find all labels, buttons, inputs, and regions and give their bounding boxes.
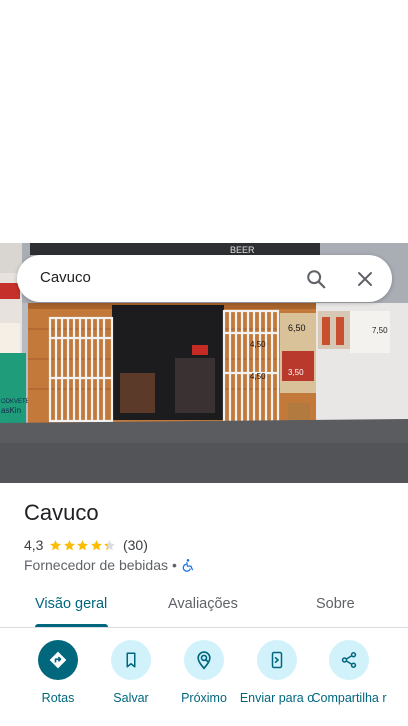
send-to-phone-button[interactable]: Enviar para o	[237, 640, 317, 706]
star-icon	[77, 539, 89, 550]
send-to-phone-circle	[257, 640, 297, 680]
place-title: Cavuco	[24, 500, 99, 525]
nearby-label: Próximo	[181, 691, 227, 705]
share-circle	[329, 640, 369, 680]
directions-icon	[49, 651, 67, 669]
close-icon	[358, 272, 372, 286]
search-icon	[307, 270, 326, 289]
directions-label: Rotas	[41, 691, 75, 705]
category-label: Fornecedor de bebidas	[24, 557, 168, 573]
star-icon	[50, 539, 62, 550]
search-bar[interactable]: Cavuco	[17, 255, 392, 302]
save-circle	[111, 640, 151, 680]
directions-button[interactable]: Rotas	[18, 640, 98, 706]
nearby-circle	[184, 640, 224, 680]
tab-overview[interactable]: Visão geral	[35, 596, 107, 612]
share-icon	[341, 652, 357, 668]
rating-value: 4,3	[24, 537, 44, 553]
action-bar: Rotas Salvar Próximo Enviar para o Compa…	[0, 640, 408, 726]
share-label: Compartilha r	[311, 691, 387, 705]
send-to-phone-icon	[271, 651, 283, 669]
tab-reviews[interactable]: Avaliações	[168, 596, 238, 612]
price-tag-2: 4,50	[250, 340, 266, 349]
star-icon	[104, 539, 116, 550]
star-icon	[91, 539, 102, 550]
category-row: Fornecedor de bebidas •	[24, 556, 195, 574]
search-button[interactable]	[303, 266, 329, 292]
send-to-phone-label: Enviar para o	[239, 691, 315, 705]
rating-row[interactable]: 4,3 (30)	[24, 536, 148, 554]
map-area	[0, 0, 408, 243]
rating-stars	[49, 539, 117, 552]
nearby-button[interactable]: Próximo	[164, 640, 244, 706]
star-icon	[64, 539, 75, 550]
review-count[interactable]: (30)	[123, 537, 148, 553]
clear-search-button[interactable]	[352, 266, 378, 292]
price-tag-4: 3,50	[288, 368, 304, 377]
place-tabs: Visão geral Avaliações Sobre	[0, 582, 408, 628]
save-label: Salvar	[113, 691, 149, 705]
price-tag-1: 6,50	[288, 323, 306, 333]
sign-text: BEER	[230, 245, 255, 255]
nearby-icon	[197, 651, 211, 670]
save-button[interactable]: Salvar	[91, 640, 171, 706]
bookmark-icon	[126, 652, 136, 668]
wheelchair-accessible-icon	[182, 559, 193, 572]
directions-circle	[38, 640, 78, 680]
price-tag-3: 4,50	[250, 372, 266, 381]
tab-about[interactable]: Sobre	[316, 596, 355, 612]
left-sign-text-2: asKin	[1, 406, 21, 415]
share-button[interactable]: Compartilha r	[309, 640, 389, 706]
search-query[interactable]: Cavuco	[40, 269, 91, 286]
category-separator: •	[172, 557, 177, 573]
fridge-label: 7,50	[372, 326, 388, 335]
active-tab-indicator	[35, 624, 108, 627]
